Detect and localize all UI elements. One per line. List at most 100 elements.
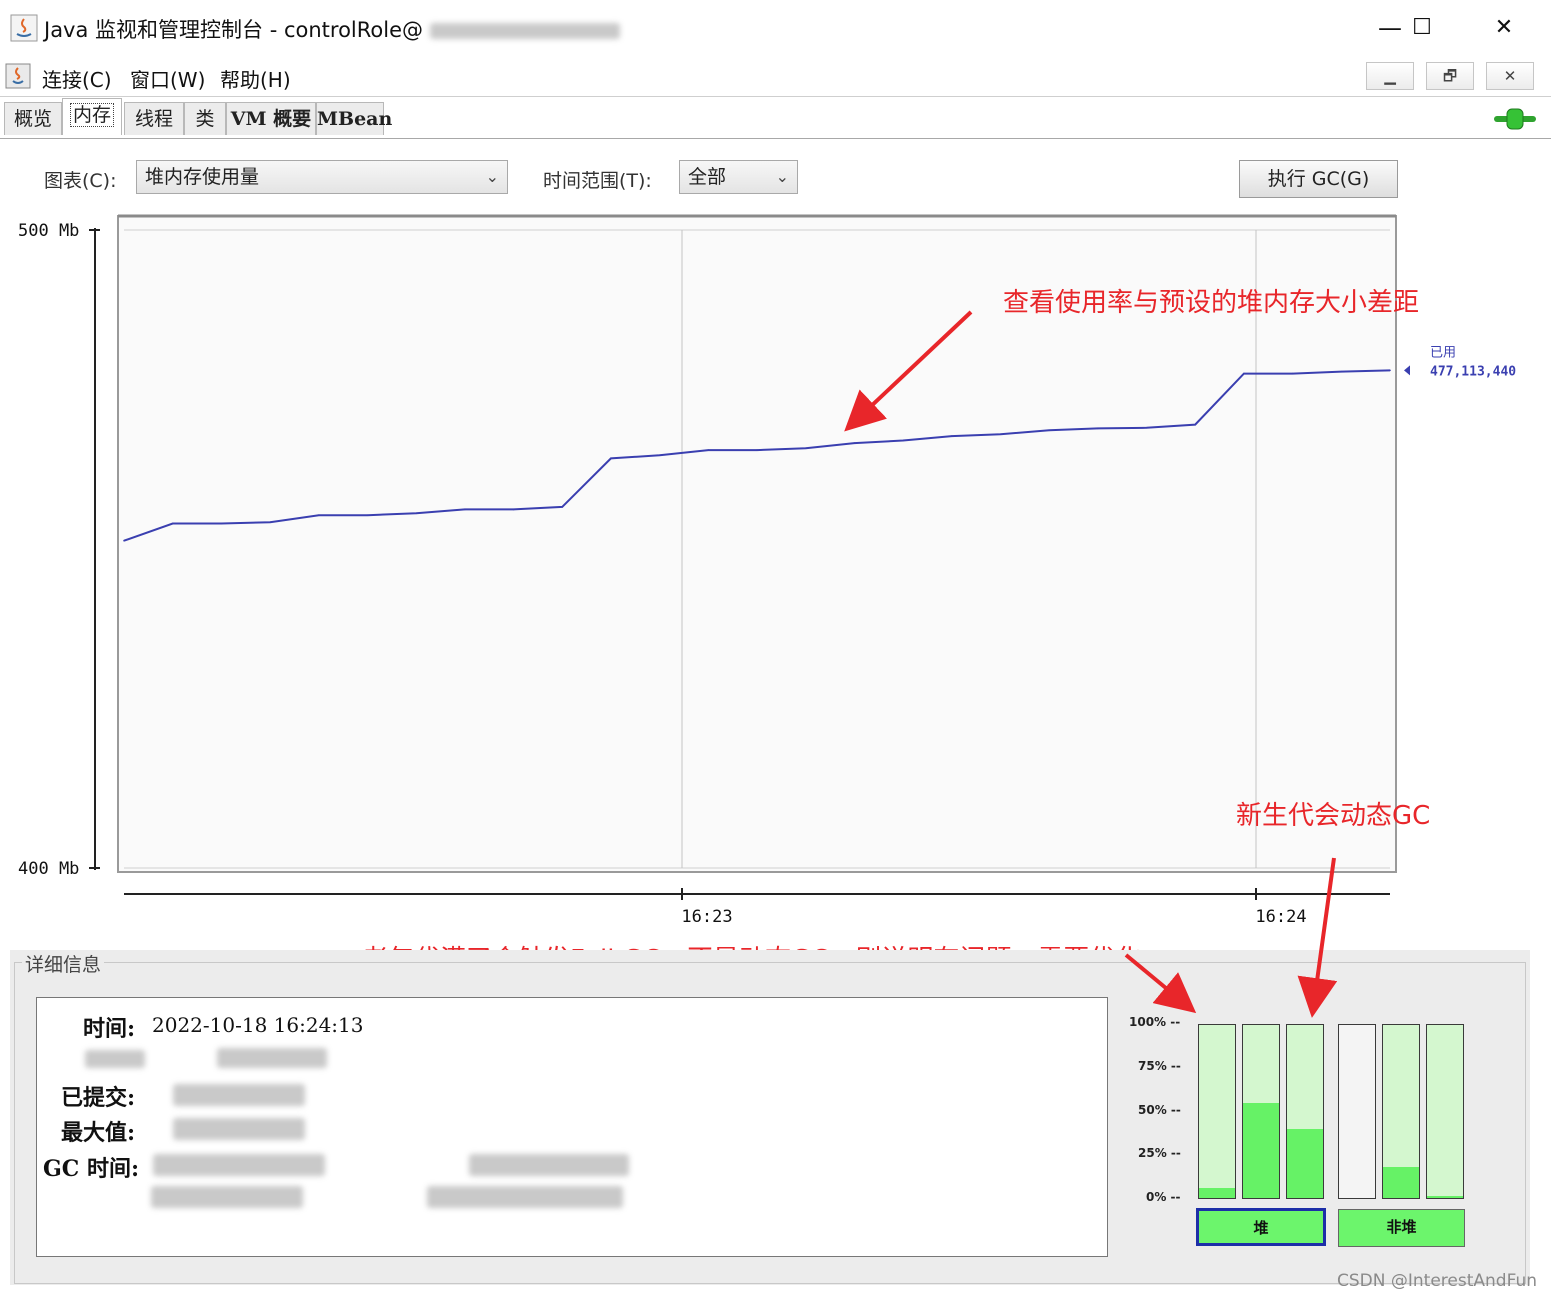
series-used-point [658, 454, 661, 457]
heap-pool-bar-1[interactable] [1242, 1024, 1280, 1199]
redacted-committed-value [173, 1084, 305, 1106]
chart-selector-dropdown[interactable]: 堆内存使用量 ⌄ [136, 160, 508, 194]
series-used-point [756, 449, 758, 451]
window-close-button[interactable]: ✕ [1474, 8, 1534, 48]
series-used-point [1340, 370, 1343, 373]
time-label: 时间: [83, 1016, 136, 1042]
inner-close-button[interactable]: ✕ [1486, 62, 1534, 90]
series-used-point [561, 506, 564, 508]
java-app-icon [10, 14, 38, 42]
series-used-point [853, 442, 856, 444]
x-tick-label-0: 16:23 [681, 907, 732, 927]
tab-threads[interactable]: 线程 [124, 102, 184, 135]
tab-memory[interactable]: 内存 [62, 98, 122, 135]
series-used-point [464, 508, 466, 511]
nonheap-pool-bar-2[interactable] [1426, 1024, 1464, 1199]
watermark: CSDN @InterestAndFun [1337, 1271, 1537, 1291]
pct-25: 25% -- [1138, 1146, 1181, 1160]
menu-connect[interactable]: 连接(C) [42, 64, 112, 93]
series-used-point [512, 508, 515, 511]
series-used-point [950, 435, 953, 437]
tab-classes[interactable]: 类 [184, 102, 226, 135]
series-used-point [415, 512, 417, 515]
series-used-point [999, 433, 1002, 435]
annotation-heap-gap: 查看使用率与预设的堆内存大小差距 [1003, 288, 1420, 318]
time-range-label: 时间范围(T): [543, 170, 652, 192]
time-value: 2022-10-18 16:24:13 [152, 1013, 364, 1037]
series-used-point [707, 449, 710, 451]
series-used-point [1291, 372, 1294, 375]
pct-0: 0% -- [1146, 1190, 1181, 1204]
pct-50: 50% -- [1138, 1103, 1181, 1117]
series-used-point [269, 521, 271, 524]
series-used-point [804, 447, 807, 449]
menu-help[interactable]: 帮助(H) [220, 64, 291, 93]
nonheap-pool-button[interactable]: 非堆 [1338, 1209, 1465, 1247]
time-range-dropdown[interactable]: 全部 ⌄ [679, 160, 798, 194]
details-legend: 详细信息 [22, 950, 105, 977]
tab-overview[interactable]: 概览 [4, 102, 62, 135]
menu-window[interactable]: 窗口(W) [130, 64, 205, 93]
pct-75: 75% -- [1138, 1059, 1181, 1073]
redacted-label [85, 1050, 145, 1068]
series-used-point [171, 522, 174, 525]
menu-bar: 连接(C) 窗口(W) 帮助(H) ▁ 🗗 ✕ [0, 56, 1551, 97]
nonheap-pool-bar-2-fill [1427, 1196, 1463, 1198]
heap-pool-bar-2-fill [1287, 1128, 1323, 1198]
series-used-point [366, 514, 369, 516]
tab-vm-summary[interactable]: VM 概要 [226, 102, 316, 135]
redacted-gc-old [151, 1186, 303, 1208]
chevron-down-icon: ⌄ [485, 167, 499, 186]
window-title: Java 监视和管理控制台 - controlRole@ [44, 14, 620, 44]
series-used-point [317, 514, 320, 516]
heap-pool-bar-0[interactable] [1198, 1024, 1236, 1199]
series-used-point [1389, 369, 1391, 372]
heap-pool-bar-1-fill [1243, 1102, 1279, 1198]
max-label: 最大值: [61, 1120, 136, 1146]
series-used-point [902, 439, 904, 442]
pct-100: 100% -- [1129, 1015, 1181, 1029]
heap-pool-button[interactable]: 堆 [1196, 1208, 1326, 1246]
redacted-value [217, 1048, 327, 1068]
x-tick-label-1: 16:24 [1255, 907, 1306, 927]
nonheap-pool-bar-0[interactable] [1338, 1024, 1376, 1199]
current-value-marker [1404, 365, 1410, 376]
series-used-point [220, 522, 223, 525]
series-used-point [1194, 423, 1197, 426]
series-name-label: 已用 [1430, 345, 1456, 360]
redacted-gc-young-count [469, 1154, 629, 1176]
redacted-gc-young [153, 1154, 325, 1176]
tab-mbean[interactable]: MBean [316, 102, 392, 135]
y-label-top: 500 Mb [18, 221, 79, 241]
series-used-point [1097, 427, 1099, 430]
java-document-icon[interactable] [4, 62, 32, 90]
y-label-bottom: 400 Mb [18, 859, 79, 879]
perform-gc-button[interactable]: 执行 GC(G) [1239, 160, 1398, 198]
chevron-down-icon: ⌄ [775, 167, 789, 186]
title-bar: Java 监视和管理控制台 - controlRole@ — ☐ ✕ [0, 0, 1551, 56]
tab-bar: 概览 内存 线程 类 VM 概要 MBean [0, 98, 1551, 139]
series-used-point [1243, 372, 1245, 375]
nonheap-pool-bar-1-fill [1383, 1166, 1419, 1198]
chart-selector-label: 图表(C): [44, 170, 117, 192]
gc-time-label: GC 时间: [43, 1156, 140, 1182]
connection-status-icon [1494, 108, 1536, 130]
series-used-point [123, 539, 125, 542]
heap-pool-bar-0-fill [1199, 1187, 1235, 1198]
redacted-gc-old-count [427, 1186, 623, 1208]
series-used-point [1145, 426, 1148, 429]
redacted-max-value [173, 1118, 305, 1140]
current-value-label: 477,113,440 [1430, 364, 1516, 379]
nonheap-pool-bar-1[interactable] [1382, 1024, 1420, 1199]
committed-label: 已提交: [61, 1085, 136, 1111]
series-used-point [1048, 429, 1050, 432]
redacted-host [429, 23, 620, 39]
annotation-young-gen-gc: 新生代会动态GC [1236, 801, 1431, 831]
heap-pool-bar-2[interactable] [1286, 1024, 1324, 1199]
memory-pools-area: 100% -- 75% -- 50% -- 25% -- 0% -- 堆 非堆 [1112, 1000, 1532, 1260]
details-panel: 时间: 2022-10-18 16:24:13 已提交: 最大值: GC 时间: [36, 997, 1108, 1257]
window-maximize-button[interactable]: ☐ [1392, 8, 1452, 48]
series-used-point [610, 457, 612, 460]
inner-minimize-button[interactable]: ▁ [1366, 62, 1414, 90]
inner-restore-button[interactable]: 🗗 [1426, 62, 1474, 90]
